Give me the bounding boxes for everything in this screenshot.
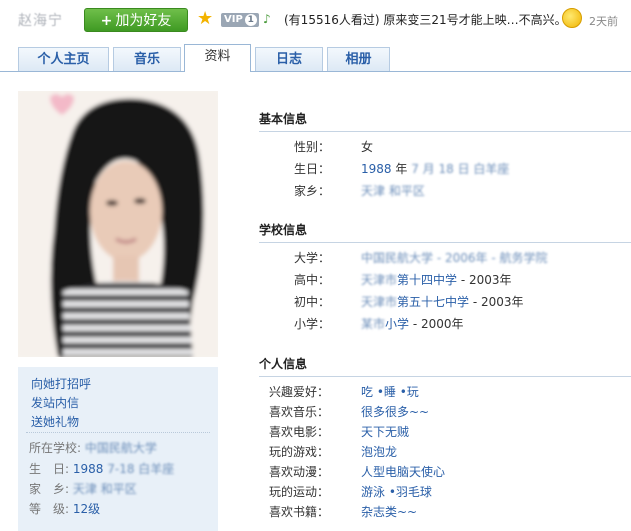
send-gift-link[interactable]: 送她礼物 — [31, 413, 79, 430]
star-icon[interactable]: ★ — [197, 9, 213, 29]
school-region[interactable]: 天津市 — [361, 295, 397, 309]
status-time: 2天前 — [589, 15, 618, 28]
school-region[interactable]: 中国民航大学 - 2006年 - 航务学院 — [361, 251, 547, 265]
personal-row-value: 吃 •睡 •玩 — [361, 383, 419, 400]
mood-icon — [562, 8, 582, 28]
personal-row-label: 玩的游戏： — [269, 445, 330, 459]
plus-icon: + — [100, 13, 113, 29]
school-row-label: 高中： — [294, 273, 331, 287]
school-row-label: 大学： — [294, 251, 331, 265]
personal-info-heading: 个人信息 — [259, 355, 631, 377]
status-line: (有15516人看过) 原来变三21号才能上映…不高兴。 — [284, 11, 567, 28]
personal-row-value: 很多很多~~ — [361, 403, 429, 420]
school-row-value: 中国民航大学 - 2006年 - 航务学院 — [361, 249, 547, 266]
personal-value-link[interactable]: 天下无贼 — [361, 425, 409, 439]
personal-value-link[interactable]: 吃 •睡 •玩 — [361, 385, 419, 399]
tab-album[interactable]: 相册 — [327, 47, 390, 71]
school-region[interactable]: 天津市 — [361, 273, 397, 287]
personal-row-value: 天下无贼 — [361, 423, 409, 440]
basic-info-heading: 基本信息 — [259, 110, 631, 132]
personal-row-value: 游泳 •羽毛球 — [361, 483, 432, 500]
personal-row-value: 人型电脑天使心 — [361, 463, 445, 480]
school-year: - 2003年 — [469, 295, 524, 309]
school-row-label: 初中： — [294, 295, 331, 309]
status-text[interactable]: 原来变三21号才能上映…不高兴。 — [383, 13, 566, 27]
school-name[interactable]: 第十四中学 — [397, 273, 457, 287]
tab-profile[interactable]: 资料 — [184, 44, 251, 72]
add-friend-button[interactable]: + 加为好友 — [84, 8, 188, 32]
sidebar-school: 所在学校: 中国民航大学 — [29, 439, 157, 456]
school-row-value: 天津市第十四中学 - 2003年 — [361, 271, 512, 288]
tab-blog[interactable]: 日志 — [255, 47, 323, 71]
vip-label: VIP — [224, 14, 243, 25]
level-label: 等 级: — [29, 502, 70, 516]
school-year: - 2000年 — [409, 317, 464, 331]
birthday-value: 1988 年 7 月 18 日 白羊座 — [361, 160, 509, 177]
hometown-value-main: 天津 和平区 — [361, 182, 425, 199]
personal-row-label: 喜欢书籍： — [269, 505, 330, 519]
vip-level: 1 — [244, 14, 257, 26]
profile-tabs: 个人主页 音乐 资料 日志 相册 — [0, 44, 631, 72]
school-name[interactable]: 小学 — [385, 317, 409, 331]
year-word: 年 — [395, 162, 408, 176]
hometown-label: 家 乡: — [29, 482, 70, 496]
personal-value-link[interactable]: 杂志类~~ — [361, 505, 417, 519]
school-info-heading: 学校信息 — [259, 221, 631, 243]
personal-value-link[interactable]: 游泳 •羽毛球 — [361, 485, 432, 499]
personal-value-link[interactable]: 人型电脑天使心 — [361, 465, 445, 479]
message-link[interactable]: 发站内信 — [31, 394, 79, 411]
username[interactable]: 赵海宁 — [18, 10, 63, 30]
school-year: - 2003年 — [457, 273, 512, 287]
personal-row-label: 玩的运动： — [269, 485, 330, 499]
hometown-text[interactable]: 天津 和平区 — [361, 184, 425, 198]
school-row-value: 天津市第五十七中学 - 2003年 — [361, 293, 524, 310]
personal-row-label: 喜欢电影： — [269, 425, 330, 439]
personal-row-label: 兴趣爱好： — [269, 385, 330, 399]
greet-link[interactable]: 向她打招呼 — [31, 375, 91, 392]
gender-label: 性别： — [294, 140, 331, 154]
note-icon: ♪ — [263, 12, 271, 26]
birthday-detail[interactable]: 7-18 白羊座 — [107, 462, 174, 476]
sidebar-birthday: 生 日: 1988 7-18 白羊座 — [29, 460, 174, 477]
personal-value-link[interactable]: 泡泡龙 — [361, 445, 397, 459]
tab-music[interactable]: 音乐 — [113, 47, 181, 71]
personal-row-label: 喜欢动漫： — [269, 465, 330, 479]
personal-row-value: 杂志类~~ — [361, 503, 417, 520]
hometown-value[interactable]: 天津 和平区 — [73, 482, 137, 496]
level-value[interactable]: 12级 — [73, 502, 100, 516]
vip-badge[interactable]: VIP 1 — [221, 13, 259, 27]
birth-date-detail[interactable]: 7 月 18 日 白羊座 — [411, 162, 509, 176]
personal-row-label: 喜欢音乐： — [269, 405, 330, 419]
personal-row-value: 泡泡龙 — [361, 443, 397, 460]
sidebar-divider — [26, 432, 210, 433]
profile-photo[interactable] — [18, 91, 218, 357]
profile-header: 赵海宁 + 加为好友 ★ VIP 1 ♪ (有15516人看过) 原来变三21号才能… — [0, 0, 631, 40]
school-row-label: 小学： — [294, 317, 331, 331]
profile-photo-image — [18, 91, 218, 357]
birthday-year[interactable]: 1988 — [73, 462, 104, 476]
school-name[interactable]: 第五十七中学 — [397, 295, 469, 309]
tab-homepage[interactable]: 个人主页 — [18, 47, 109, 71]
view-count: (有15516人看过) — [284, 13, 380, 27]
hometown-label-main: 家乡： — [294, 184, 331, 198]
school-row-value: 某市小学 - 2000年 — [361, 315, 464, 332]
gender-value: 女 — [361, 140, 374, 154]
school-region[interactable]: 某市 — [361, 317, 385, 331]
sidebar-hometown: 家 乡: 天津 和平区 — [29, 480, 137, 497]
birthday-label: 生日： — [294, 162, 331, 176]
personal-value-link[interactable]: 很多很多~~ — [361, 405, 429, 419]
sidebar-level: 等 级: 12级 — [29, 500, 100, 517]
add-friend-label: 加为好友 — [115, 13, 172, 29]
school-label: 所在学校: — [29, 441, 82, 455]
birth-year[interactable]: 1988 — [361, 162, 392, 176]
school-value[interactable]: 中国民航大学 — [85, 441, 157, 455]
birthday-label: 生 日: — [29, 462, 70, 476]
